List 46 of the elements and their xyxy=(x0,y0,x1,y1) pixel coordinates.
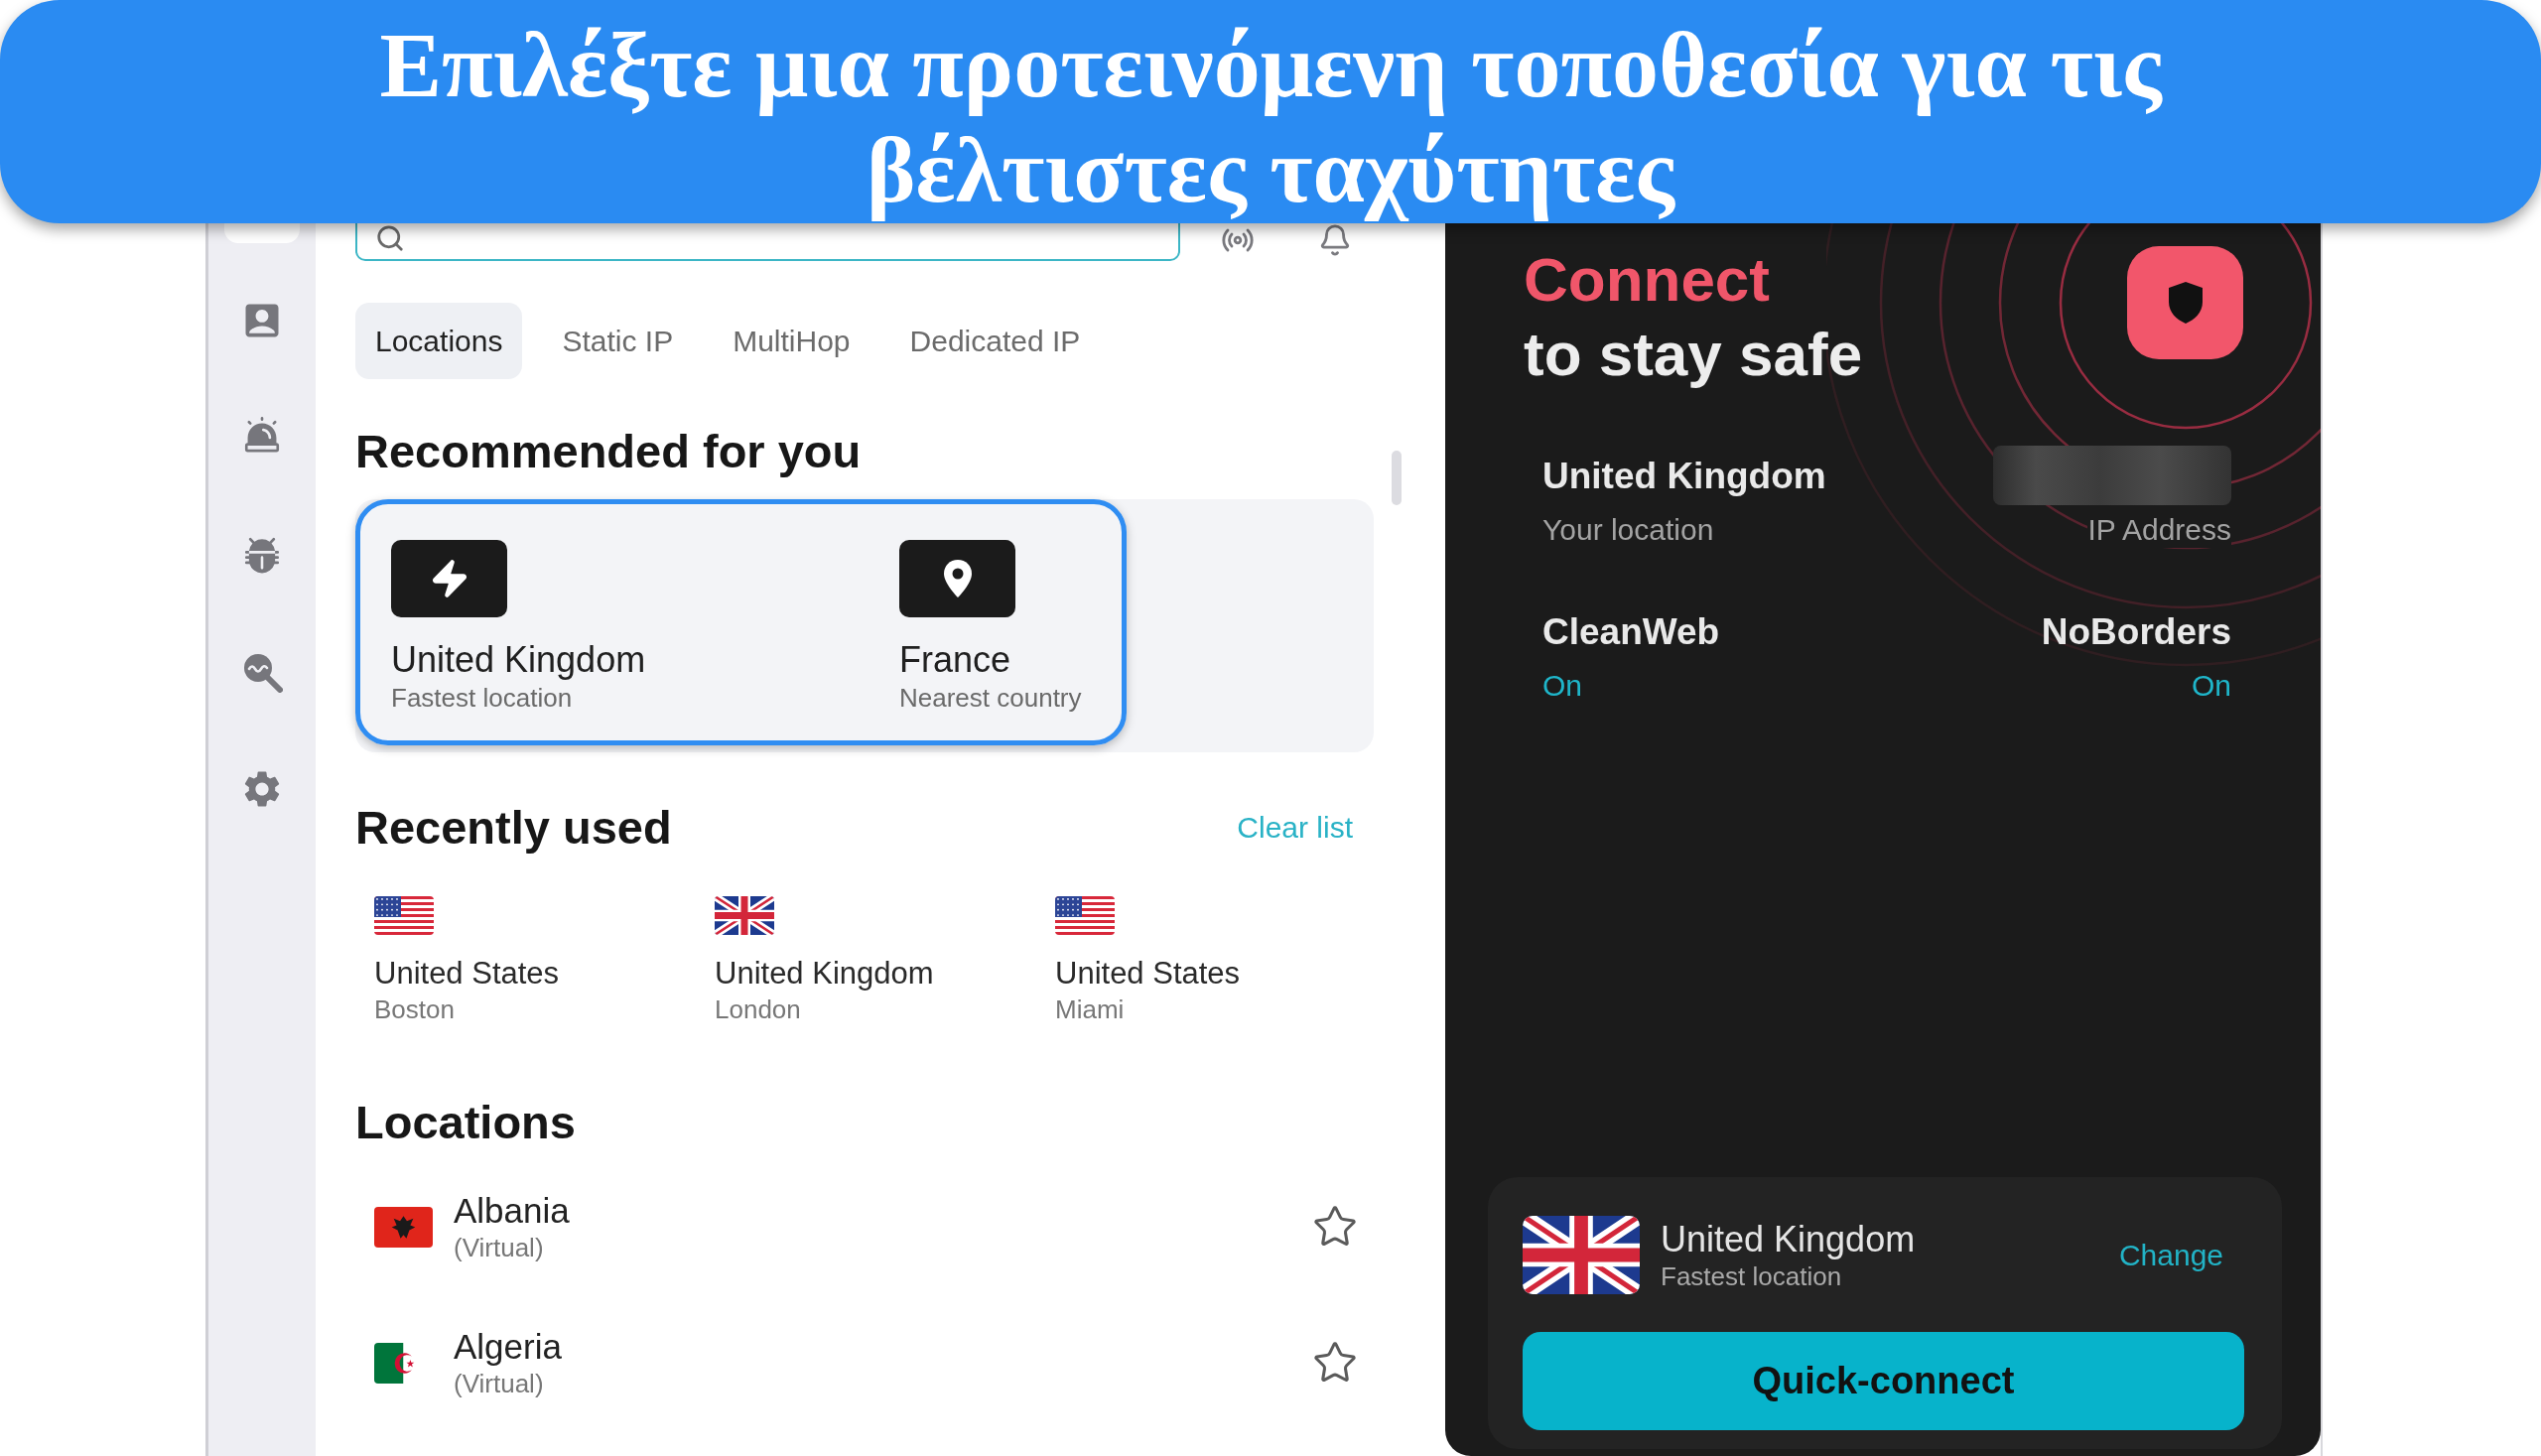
location-name: United Kingdom xyxy=(1661,1219,1916,1260)
location-value: United Kingdom xyxy=(1542,455,1826,498)
city-name: Boston xyxy=(374,994,455,1025)
uk-flag-icon xyxy=(715,896,774,935)
location-name: Algeria xyxy=(454,1326,562,1368)
location-caption: Fastest location xyxy=(1661,1260,1842,1292)
location-note: (Virtual) xyxy=(454,1232,544,1263)
location-name: United Kingdom xyxy=(391,638,646,681)
section-heading: Recommended for you xyxy=(355,424,863,478)
search-field[interactable] xyxy=(355,223,1180,261)
quick-connect-button[interactable]: Quick-connect xyxy=(1523,1332,2244,1430)
location-name: United Kingdom xyxy=(715,955,934,992)
location-name: France xyxy=(899,638,1011,681)
city-name: Miami xyxy=(1055,994,1125,1025)
us-flag-icon xyxy=(374,896,434,935)
status-headline: Connect xyxy=(1524,244,1771,316)
banner-title: Επιλέξτε μια προτεινόμενη τοποθεσία για τις βέλτιστες ταχύτητες xyxy=(378,12,2164,223)
section-heading: Locations xyxy=(355,1095,577,1149)
search-icon[interactable] xyxy=(241,651,283,693)
feature-status: On xyxy=(2191,668,2231,704)
search-icon xyxy=(375,223,405,253)
us-flag-icon xyxy=(1055,896,1115,935)
change-link[interactable]: Change xyxy=(2118,1237,2223,1273)
uk-flag-icon xyxy=(1523,1216,1640,1294)
location-pin-icon[interactable] xyxy=(899,540,1015,617)
scrollbar-thumb[interactable] xyxy=(1392,451,1402,505)
location-caption: Nearest country xyxy=(899,683,1082,714)
city-name: London xyxy=(715,994,801,1025)
lightning-icon[interactable] xyxy=(391,540,507,617)
feature-name: CleanWeb xyxy=(1542,610,1720,654)
tab[interactable]: Locations xyxy=(355,303,523,379)
shield-icon[interactable] xyxy=(2127,246,2243,359)
tab[interactable]: Static IP xyxy=(542,303,694,379)
bell-icon[interactable] xyxy=(1318,223,1352,257)
tab[interactable]: MultiHop xyxy=(713,303,870,379)
location-name: Albania xyxy=(454,1190,570,1232)
albania-flag-icon xyxy=(374,1206,433,1248)
location-note: (Virtual) xyxy=(454,1368,544,1399)
location-name: United States xyxy=(374,955,560,992)
section-heading: Recently used xyxy=(355,800,672,855)
status-subheadline: to stay safe xyxy=(1524,319,1863,390)
location-caption: Fastest location xyxy=(391,683,573,714)
feature-status: On xyxy=(1542,668,1583,704)
location-name: United States xyxy=(1055,955,1241,992)
feature-name: NoBorders xyxy=(2041,610,2231,654)
tab[interactable]: Dedicated IP xyxy=(889,303,1101,379)
